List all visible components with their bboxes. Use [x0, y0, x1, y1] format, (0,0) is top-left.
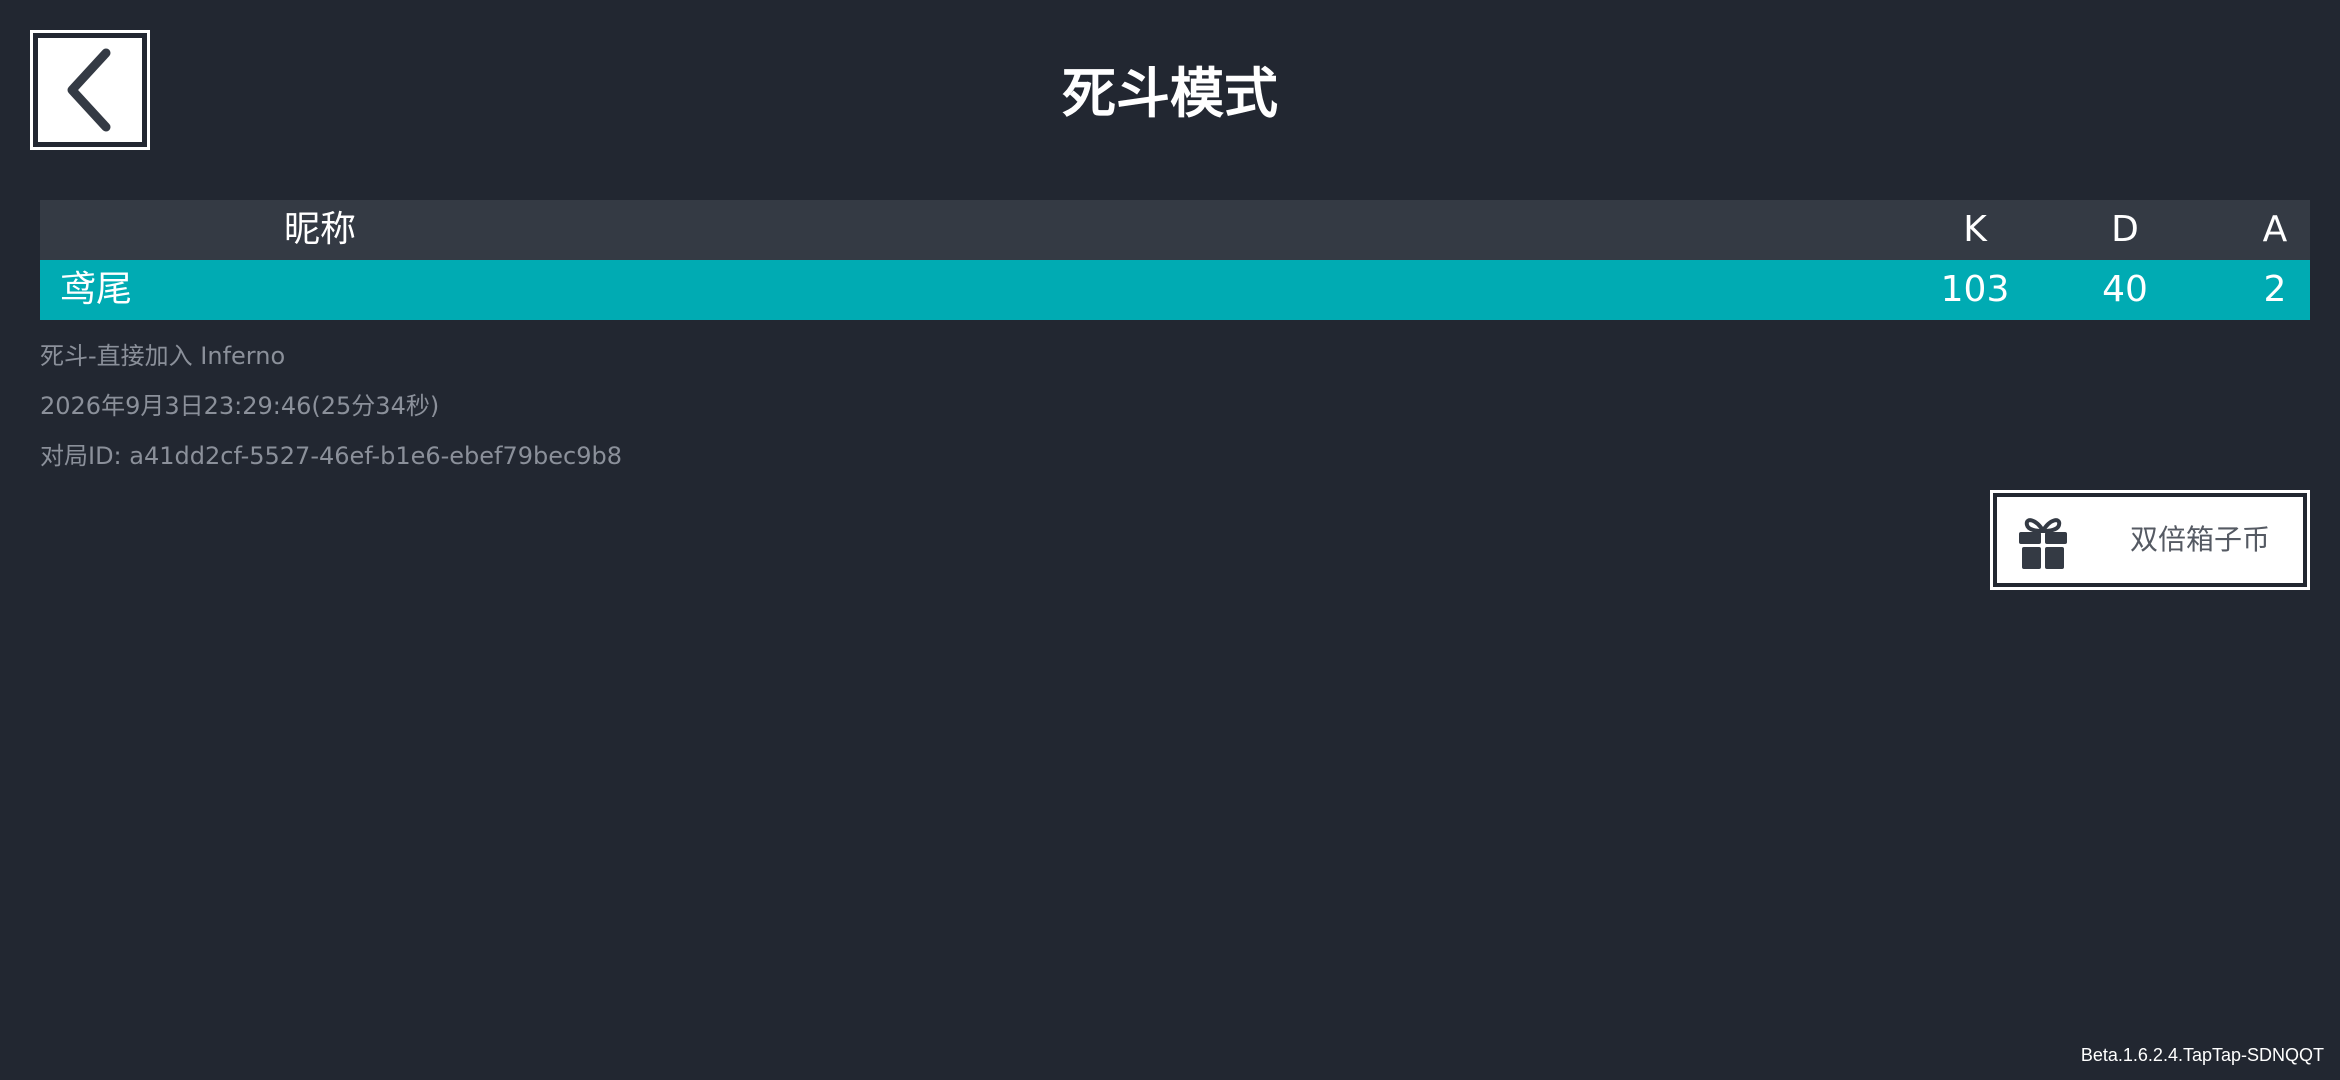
column-header-kills: K [1963, 209, 1987, 250]
table-row[interactable]: 鸢尾 103 40 2 [40, 260, 2310, 320]
column-header-assists: A [2262, 209, 2288, 250]
player-kills: 103 [1940, 269, 2010, 310]
page-title: 死斗模式 [1062, 62, 1278, 125]
column-header-deaths: D [2111, 209, 2139, 250]
version-label: Beta.1.6.2.4.TapTap-SDNQQT [2080, 1045, 2324, 1065]
match-datetime: 2026年9月3日23:29:46(25分34秒) [40, 392, 440, 420]
player-assists: 2 [2263, 269, 2287, 310]
column-header-nickname: 昵称 [283, 209, 356, 250]
match-mode-map: 死斗-直接加入 Inferno [40, 342, 286, 370]
player-name: 鸢尾 [60, 269, 133, 310]
table-header-row: 昵称 K D A [40, 200, 2310, 260]
scoreboard-table: 昵称 K D A 鸢尾 103 40 2 [40, 200, 2310, 320]
player-deaths: 40 [2102, 269, 2148, 310]
double-coin-button[interactable]: 双倍箱子币 [1990, 490, 2310, 590]
double-coin-label: 双倍箱子币 [2129, 523, 2270, 556]
match-id: 对局ID: a41dd2cf-5527-46ef-b1e6-ebef79bec9… [40, 442, 623, 470]
gift-icon [2019, 518, 2067, 569]
match-result-screen: 死斗模式 昵称 K D A 鸢尾 103 40 2 死斗-直接加入 Infern… [0, 0, 2340, 1080]
